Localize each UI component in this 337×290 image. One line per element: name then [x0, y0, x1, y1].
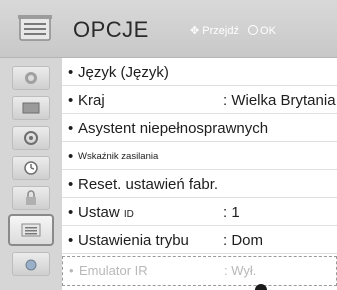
sidebar-item-picture[interactable] [12, 66, 50, 90]
list-item[interactable]: • Asystent niepełnosprawnych [62, 114, 337, 142]
bullet-icon: • [68, 92, 74, 109]
clock-icon [24, 161, 38, 175]
ok-button-icon [248, 25, 259, 35]
list-item[interactable]: • Reset. ustawień fabr. [62, 170, 337, 198]
category-sidebar [0, 58, 62, 290]
lock-icon [26, 190, 36, 205]
sidebar-item-audio[interactable] [12, 126, 50, 150]
item-label: Wskaźnik zasilania [78, 151, 159, 162]
network-icon [25, 259, 37, 271]
item-label-suffix: ID [123, 209, 134, 220]
item-label: Kraj [78, 92, 105, 109]
list-item[interactable]: • Ustaw ID : 1 [62, 198, 337, 226]
navigation-hint: ✥ Przejdź OK [190, 24, 276, 37]
bullet-icon: • [69, 263, 74, 278]
list-item[interactable]: • Wskaźnik zasilania [62, 142, 337, 170]
picture-icon [25, 72, 37, 84]
bullet-icon: • [68, 232, 74, 249]
hint-move-label: Przejdź [202, 25, 239, 37]
hint-ok-label: OK [260, 25, 276, 37]
bullet-icon: • [68, 148, 74, 165]
item-label: Ustawienia trybu [78, 232, 189, 249]
list-item[interactable]: • Kraj : Wielka Brytania [62, 86, 337, 114]
options-header-icon [17, 14, 53, 44]
bullet-icon: • [68, 176, 74, 193]
menu-header: OPCJE ✥ Przejdź OK [0, 0, 337, 58]
item-label: Asystent niepełnosprawnych [78, 120, 269, 137]
list-item[interactable]: • Język (Język) [62, 58, 337, 86]
screen-icon [22, 102, 40, 114]
audio-icon [24, 131, 38, 145]
scroll-knob[interactable] [255, 284, 267, 290]
options-list: • Język (Język) • Kraj : Wielka Brytania… [62, 58, 337, 290]
list-item[interactable]: • Ustawienia trybu : Dom [62, 226, 337, 254]
item-value: : 1 [223, 204, 240, 221]
page-title: OPCJE [73, 17, 149, 42]
bullet-icon: • [68, 204, 74, 221]
item-label: Ustaw ID [78, 204, 134, 221]
item-value: : Wył. [224, 263, 257, 278]
item-label-main: Ustaw [78, 204, 120, 221]
item-label: Reset. ustawień fabr. [78, 176, 219, 193]
item-label: Emulator IR [79, 263, 148, 278]
list-item-disabled[interactable]: • Emulator IR : Wył. [62, 256, 337, 286]
sidebar-item-options[interactable] [8, 214, 54, 246]
tv-menu-window: OPCJE ✥ Przejdź OK • Język (Język) • Kra… [0, 0, 337, 290]
sidebar-item-time[interactable] [12, 156, 50, 180]
bullet-icon: • [68, 120, 74, 137]
item-label: Język (Język) [78, 64, 169, 81]
move-arrows-icon: ✥ [190, 25, 200, 37]
bullet-icon: • [68, 64, 74, 81]
sidebar-item-screen[interactable] [12, 96, 50, 120]
item-value: : Wielka Brytania [223, 92, 336, 109]
sidebar-item-lock[interactable] [12, 186, 50, 210]
options-icon [21, 223, 41, 237]
sidebar-item-network[interactable] [12, 252, 50, 276]
item-value: : Dom [223, 232, 264, 249]
